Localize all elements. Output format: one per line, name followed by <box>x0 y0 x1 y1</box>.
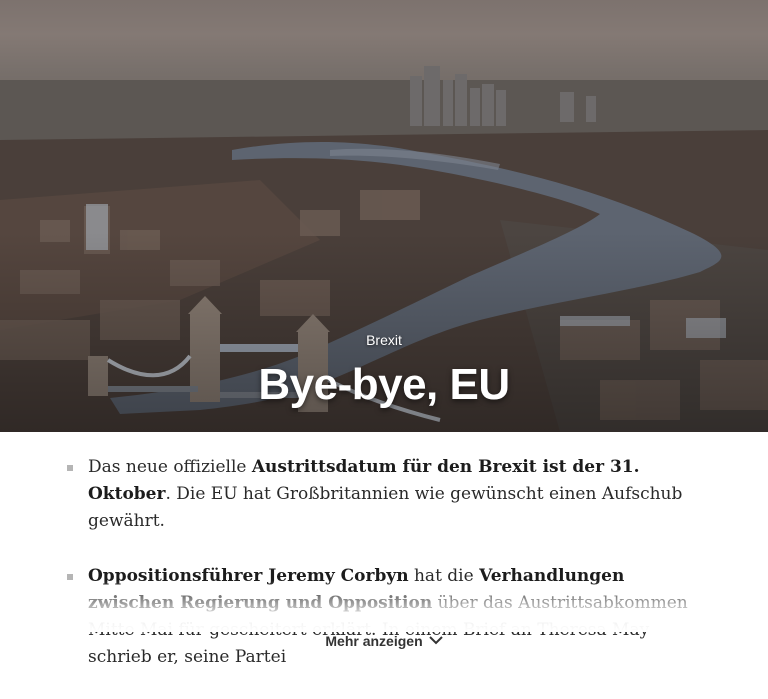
article-headline: Bye-bye, EU <box>258 360 510 409</box>
summary-item: Das neue offizielle Austrittsdatum für d… <box>64 454 704 535</box>
summary-text: . Die EU hat Großbritannien wie gewünsch… <box>88 484 683 531</box>
show-more-label: Mehr anzeigen <box>325 633 423 649</box>
summary-text: Das neue offizielle <box>88 457 252 477</box>
bullet-icon <box>67 465 73 471</box>
chevron-down-icon <box>428 632 443 648</box>
show-more-button[interactable]: Mehr anzeigen <box>0 632 768 649</box>
hero-image: Brexit Bye-bye, EU <box>0 0 768 432</box>
article-summary: Das neue offizielle Austrittsdatum für d… <box>64 454 704 699</box>
summary-fade-overlay <box>0 580 768 632</box>
article-kicker: Brexit <box>366 332 402 348</box>
